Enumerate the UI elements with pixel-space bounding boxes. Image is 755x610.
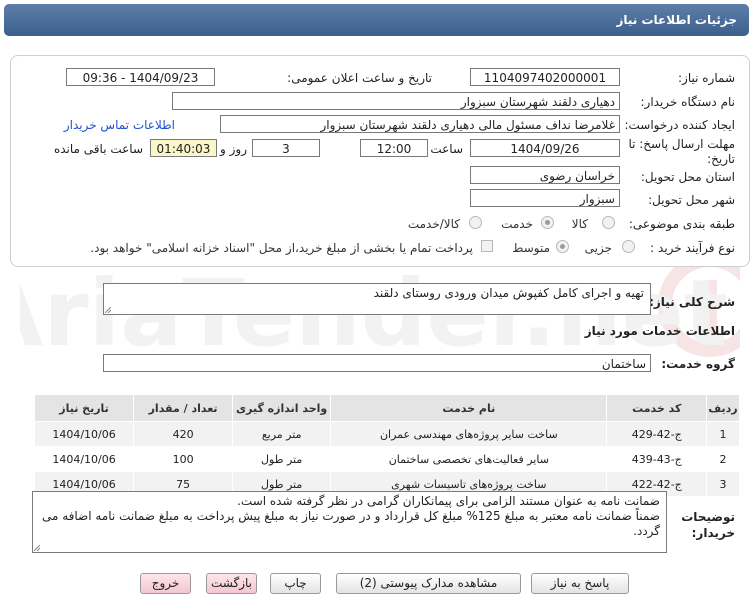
- deadline-label-line2: تاریخ:: [707, 152, 735, 166]
- buyer-org-label: نام دستگاه خریدار:: [640, 95, 736, 109]
- buyer-notes-label-line1: توضیحات: [681, 510, 735, 524]
- buyer-contact-link[interactable]: اطلاعات تماس خریدار: [64, 118, 175, 132]
- purchase-option-minor: جزیی: [584, 241, 612, 255]
- cell-date: 1404/10/06: [33, 446, 135, 472]
- cell-unit: متر طول: [232, 446, 332, 472]
- deadline-date-field: 1404/09/26: [470, 139, 620, 157]
- cell-date: 1404/10/06: [33, 421, 135, 447]
- category-radio-service[interactable]: [541, 216, 554, 229]
- need-number-label: شماره نیاز:: [678, 71, 735, 85]
- announce-date-field: 1404/09/23 - 09:36: [66, 68, 215, 86]
- col-header-row-number: ردیف: [706, 394, 740, 422]
- cell-qty: 420: [133, 421, 234, 447]
- summary-field: تهیه و اجرای کامل کفپوش میدان ورودی روست…: [103, 283, 651, 315]
- service-group-field: ساختمان: [103, 354, 651, 372]
- need-number-field: 1104097402000001: [470, 68, 620, 86]
- buyer-notes-line: ضمانت نامه به عنوان مستند الزامی برای پی…: [237, 494, 660, 508]
- buyer-org-field: دهیاری دلقند شهرستان سبزوار: [172, 92, 620, 110]
- summary-label: شرح کلی نیاز:: [649, 295, 735, 309]
- cell-code: ج-42-429: [606, 421, 708, 447]
- services-section-title: اطلاعات خدمات مورد نیاز: [584, 324, 735, 338]
- service-group-label: گروه خدمت:: [661, 357, 735, 371]
- category-option-service: خدمت: [501, 217, 533, 231]
- treasury-checkbox[interactable]: [481, 240, 493, 252]
- cell-code: ج-43-439: [606, 446, 708, 472]
- city-label: شهر محل تحویل:: [648, 193, 735, 207]
- need-info-panel: [10, 55, 750, 267]
- col-header-date: تاریخ نیاز: [33, 394, 135, 422]
- announce-date-label: تاریخ و ساعت اعلان عمومی:: [287, 71, 432, 85]
- col-header-unit: واحد اندازه گیری: [232, 394, 332, 422]
- respond-button[interactable]: پاسخ به نیاز: [531, 573, 629, 594]
- category-option-goods-service: کالا/خدمت: [407, 217, 460, 231]
- exit-button[interactable]: خروج: [140, 573, 191, 594]
- cell-unit: متر مربع: [232, 421, 332, 447]
- buyer-notes-line: گردد.: [633, 524, 660, 538]
- cell-row-number: 1: [706, 421, 740, 447]
- purchase-type-label: نوع فرآیند خرید :: [650, 241, 735, 255]
- services-table: ردیف کد خدمت نام خدمت واحد اندازه گیری ت…: [33, 394, 740, 497]
- col-header-qty: تعداد / مقدار: [133, 394, 234, 422]
- page-title: جزئیات اطلاعات نیاز: [616, 13, 737, 27]
- deadline-time-field: 12:00: [360, 139, 428, 157]
- buyer-notes-line: ضمناً ضمانت نامه معتبر به مبلغ 125% مبلغ…: [41, 509, 660, 523]
- view-attachments-button[interactable]: مشاهده مدارک پیوستی (2): [336, 573, 521, 594]
- col-header-name: نام خدمت: [330, 394, 608, 422]
- resize-grip-icon[interactable]: [105, 307, 111, 313]
- category-option-goods: کالا: [571, 217, 588, 231]
- purchase-radio-minor[interactable]: [622, 240, 635, 253]
- print-button[interactable]: چاپ: [270, 573, 321, 594]
- col-header-code: کد خدمت: [606, 394, 708, 422]
- table-header-row: ردیف کد خدمت نام خدمت واحد اندازه گیری ت…: [33, 394, 740, 422]
- days-label: روز و: [220, 142, 247, 156]
- cell-row-number: 3: [706, 471, 740, 497]
- category-label: طبقه بندی موضوعی:: [628, 217, 735, 231]
- creator-label: ایجاد کننده درخواست:: [624, 118, 735, 132]
- category-radio-goods-service[interactable]: [469, 216, 482, 229]
- table-row: 2 ج-43-439 سایر فعالیت‌های تخصصی ساختمان…: [33, 446, 740, 472]
- province-field: خراسان رضوی: [470, 166, 620, 184]
- remaining-time-field: 01:40:03: [150, 139, 217, 157]
- days-field: 3: [252, 139, 320, 157]
- creator-field: غلامرضا نداف مسئول مالی دهیاری دلقند شهر…: [220, 115, 620, 133]
- category-radio-goods[interactable]: [602, 216, 615, 229]
- back-button[interactable]: بازگشت: [206, 573, 257, 594]
- treasury-note: پرداخت تمام یا بخشی از مبلغ خرید،از محل …: [90, 241, 473, 255]
- buyer-notes-label-line2: خریدار:: [691, 526, 735, 540]
- summary-text: تهیه و اجرای کامل کفپوش میدان ورودی روست…: [373, 286, 644, 300]
- cell-row-number: 2: [706, 446, 740, 472]
- resize-grip-icon[interactable]: [34, 545, 40, 551]
- table-row: 1 ج-42-429 ساخت سایر پروژه‌های مهندسی عم…: [33, 421, 740, 447]
- cell-name: سایر فعالیت‌های تخصصی ساختمان: [330, 446, 608, 472]
- deadline-time-label: ساعت: [430, 142, 463, 156]
- purchase-radio-medium[interactable]: [556, 240, 569, 253]
- purchase-option-medium: متوسط: [512, 241, 550, 255]
- cell-qty: 100: [133, 446, 234, 472]
- page-header: جزئیات اطلاعات نیاز: [4, 4, 749, 36]
- deadline-label-line1: مهلت ارسال پاسخ: تا: [628, 137, 735, 151]
- buyer-notes-field: ضمانت نامه به عنوان مستند الزامی برای پی…: [32, 491, 667, 553]
- province-label: استان محل تحویل:: [640, 170, 735, 184]
- city-field: سبزوار: [470, 189, 620, 207]
- cell-name: ساخت سایر پروژه‌های مهندسی عمران: [330, 421, 608, 447]
- remaining-label: ساعت باقی مانده: [53, 142, 143, 156]
